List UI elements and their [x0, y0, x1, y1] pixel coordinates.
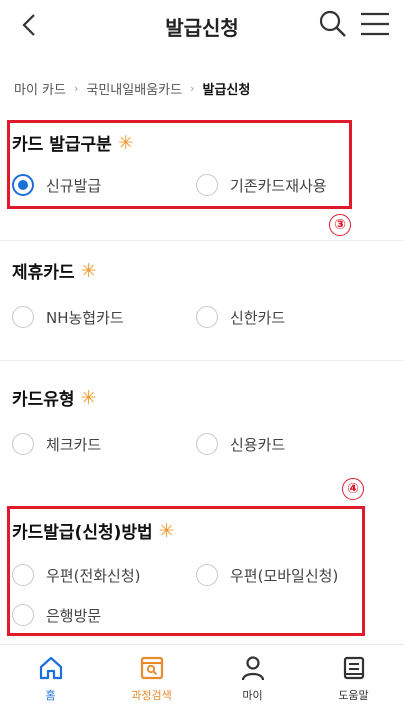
radio-unchecked-icon[interactable] — [12, 433, 34, 455]
section-divider — [0, 240, 404, 241]
help-doc-icon — [343, 656, 364, 680]
breadcrumb-item-my-card[interactable]: 마이 카드 — [14, 79, 66, 98]
annotation-marker-3: ③ — [329, 214, 351, 236]
user-icon — [241, 656, 264, 681]
section-partner-card: 제휴카드 ✳ NH농협카드 신한카드 — [12, 258, 390, 331]
breadcrumb-item-card-name[interactable]: 국민내일배움카드 — [86, 79, 182, 98]
radio-option-shinhan-card[interactable]: 신한카드 — [196, 303, 285, 331]
option-label: 신한카드 — [230, 308, 286, 327]
section-card-type: 카드유형 ✳ 체크카드 신용카드 — [12, 385, 390, 458]
radio-unchecked-icon[interactable] — [196, 433, 218, 455]
option-label: 신용카드 — [230, 435, 286, 454]
home-icon — [39, 656, 62, 680]
breadcrumb-item-current: 발급신청 — [202, 83, 251, 98]
radio-option-check-card[interactable]: 체크카드 — [12, 430, 196, 458]
radio-unchecked-icon[interactable] — [12, 306, 34, 328]
radio-unchecked-icon[interactable] — [196, 306, 218, 328]
option-group-card-type: 체크카드 신용카드 — [12, 430, 390, 458]
highlight-box-3 — [7, 120, 352, 209]
menu-button[interactable] — [358, 9, 392, 39]
breadcrumb-separator-icon: › — [73, 82, 79, 95]
search-button[interactable] — [318, 9, 348, 39]
hamburger-menu-icon — [361, 12, 389, 36]
course-search-icon — [140, 656, 163, 680]
top-header: 발급신청 — [0, 0, 404, 52]
option-label: 체크카드 — [46, 435, 102, 454]
option-label: NH농협카드 — [46, 308, 124, 327]
section-title-card-type: 카드유형 ✳ — [12, 385, 390, 411]
breadcrumb: 마이 카드 › 국민내일배움카드 › 발급신청 — [14, 79, 250, 98]
nav-home[interactable]: 홈 — [0, 645, 101, 706]
highlight-box-4 — [7, 506, 365, 636]
nav-my[interactable]: 마이 — [202, 645, 303, 706]
nav-label-home: 홈 — [45, 689, 56, 702]
nav-label-help: 도움말 — [338, 689, 369, 702]
section-title-partner-card: 제휴카드 ✳ — [12, 258, 390, 284]
radio-option-nh-card[interactable]: NH농협카드 — [12, 303, 196, 331]
section-title-text: 제휴카드 — [12, 263, 75, 283]
nav-label-my: 마이 — [242, 689, 263, 702]
nav-course-search[interactable]: 과정검색 — [101, 645, 202, 706]
bottom-navigation: 홈 과정검색 마이 도움말 — [0, 644, 404, 706]
required-star-icon: ✳ — [80, 386, 97, 409]
radio-option-credit-card[interactable]: 신용카드 — [196, 430, 285, 458]
section-title-text: 카드유형 — [12, 390, 75, 410]
required-star-icon: ✳ — [80, 259, 97, 282]
breadcrumb-separator-icon: › — [190, 82, 195, 95]
annotation-marker-4: ④ — [342, 478, 364, 500]
search-icon — [319, 10, 346, 37]
option-group-partner-card: NH농협카드 신한카드 — [12, 303, 390, 331]
nav-label-course-search: 과정검색 — [131, 689, 172, 702]
nav-help[interactable]: 도움말 — [303, 645, 404, 706]
section-divider — [0, 360, 404, 361]
